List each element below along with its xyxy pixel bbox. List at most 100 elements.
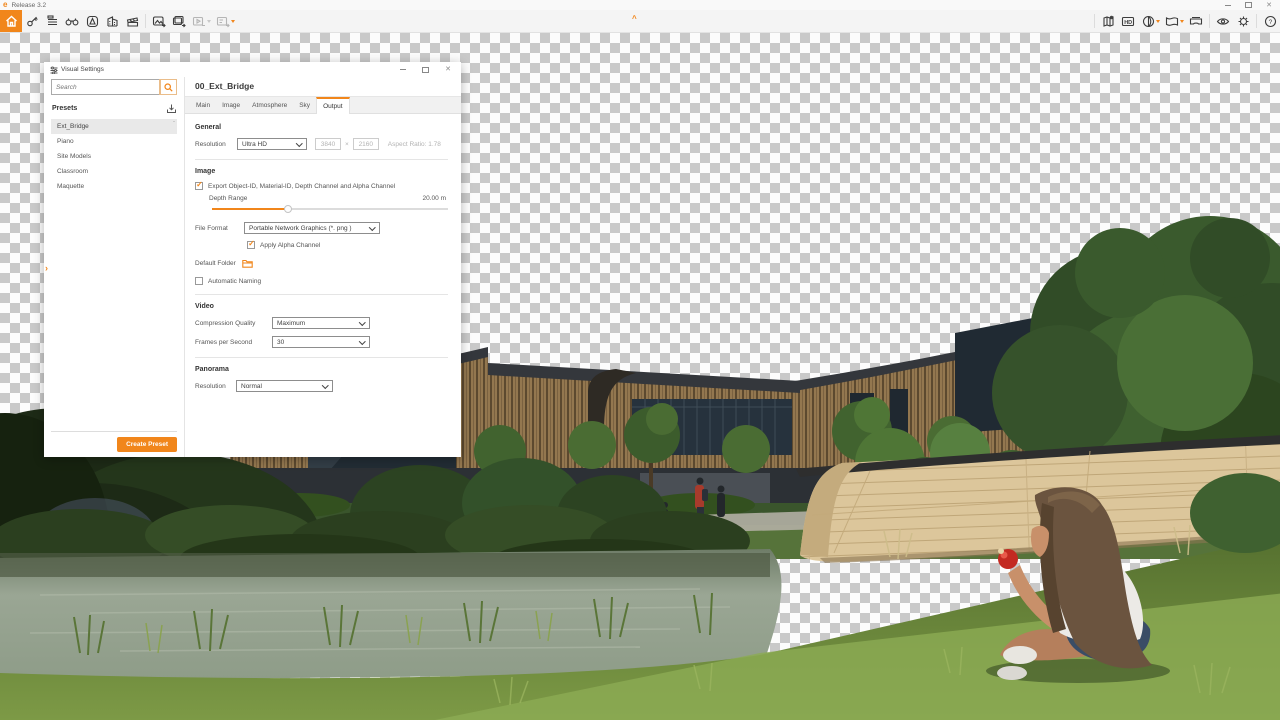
panorama-resolution-label: Resolution bbox=[195, 383, 236, 390]
enscape-logo-icon: e bbox=[3, 1, 7, 9]
chevron-down-icon bbox=[322, 382, 328, 388]
mini-map-icon[interactable] bbox=[1098, 10, 1118, 32]
times-label: × bbox=[345, 141, 349, 148]
search-button[interactable] bbox=[160, 80, 176, 94]
bim-mode-icon[interactable] bbox=[42, 10, 62, 32]
automatic-naming-label: Automatic Naming bbox=[208, 278, 261, 285]
preset-name-title: 00_Ext_Bridge bbox=[185, 77, 461, 97]
tab-output[interactable]: Output bbox=[316, 97, 350, 114]
vr-headset-icon[interactable] bbox=[1186, 10, 1206, 32]
dialog-maximize-icon[interactable] bbox=[422, 67, 429, 73]
pond-with-reeds bbox=[0, 549, 781, 681]
chevron-down-icon bbox=[369, 224, 375, 230]
dialog-titlebar[interactable]: Visual Settings ✕ bbox=[44, 62, 461, 77]
default-folder-label: Default Folder bbox=[195, 260, 236, 267]
search-icon bbox=[164, 83, 173, 92]
dialog-minimize-icon[interactable] bbox=[400, 69, 406, 70]
compression-quality-select[interactable]: Maximum bbox=[272, 317, 370, 329]
toolbar-collapse-chevron-icon[interactable]: ^ bbox=[632, 14, 637, 23]
preset-item[interactable]: Site Models bbox=[51, 149, 177, 164]
folder-icon[interactable] bbox=[242, 259, 253, 268]
video-header: Video bbox=[195, 303, 448, 310]
home-icon[interactable] bbox=[0, 10, 22, 32]
slider-handle[interactable] bbox=[284, 205, 292, 213]
chevron-down-icon bbox=[296, 140, 302, 146]
tab-sky[interactable]: Sky bbox=[293, 97, 316, 113]
file-format-label: File Format bbox=[195, 225, 244, 232]
output-tab-content: General Resolution Ultra HD 3840 × 2160 … bbox=[185, 114, 461, 457]
window-title: Release 3.2 bbox=[11, 2, 46, 9]
resolution-select[interactable]: Ultra HD bbox=[237, 138, 307, 150]
video-editor-icon[interactable] bbox=[122, 10, 142, 32]
settings-panel: 00_Ext_Bridge Main Image Atmosphere Sky … bbox=[185, 77, 461, 457]
projection-icon[interactable] bbox=[1138, 10, 1158, 32]
preset-item[interactable]: Maquette bbox=[51, 179, 177, 194]
maximize-icon[interactable] bbox=[1245, 2, 1252, 8]
main-toolbar: HD ? bbox=[0, 10, 1280, 33]
batch-rendering-icon[interactable] bbox=[169, 10, 189, 32]
close-icon[interactable]: ✕ bbox=[1266, 2, 1272, 9]
enscape-window: e Release 3.2 ✕ bbox=[0, 0, 1280, 720]
apply-alpha-checkbox[interactable]: ✓ bbox=[247, 241, 255, 249]
panorama-icon[interactable] bbox=[1162, 10, 1182, 32]
visual-settings-icon bbox=[50, 66, 58, 74]
preset-list: Ext_Bridge Piano Site Models Classroom M… bbox=[51, 119, 177, 194]
svg-text:?: ? bbox=[1268, 18, 1272, 25]
presets-header: Presets bbox=[52, 105, 77, 112]
compression-quality-label: Compression Quality bbox=[195, 320, 272, 327]
eye-preview-icon[interactable] bbox=[1213, 10, 1233, 32]
automatic-naming-checkbox[interactable] bbox=[195, 277, 203, 285]
view-management-icon[interactable] bbox=[82, 10, 102, 32]
depth-range-value: 20.00 m bbox=[423, 195, 449, 202]
standalone-export-caret-icon[interactable] bbox=[231, 20, 235, 23]
search-input[interactable] bbox=[52, 80, 160, 94]
standalone-export-icon[interactable] bbox=[213, 10, 233, 32]
depth-range-label: Depth Range bbox=[209, 195, 247, 202]
screenshot-export-icon[interactable] bbox=[149, 10, 169, 32]
import-preset-icon[interactable] bbox=[167, 104, 176, 113]
minimize-icon[interactable] bbox=[1225, 5, 1231, 6]
tab-atmosphere[interactable]: Atmosphere bbox=[246, 97, 293, 113]
height-field: 2160 bbox=[353, 138, 379, 150]
fps-select[interactable]: 30 bbox=[272, 336, 370, 348]
binoculars-icon[interactable] bbox=[62, 10, 82, 32]
chevron-down-icon bbox=[359, 338, 365, 344]
image-header: Image bbox=[195, 168, 448, 175]
list-scroll-up-icon[interactable]: ˆ bbox=[173, 122, 175, 128]
export-channels-checkbox[interactable]: ✓ bbox=[195, 182, 203, 190]
aspect-ratio-label: Aspect Ratio: 1.78 bbox=[388, 141, 441, 148]
panorama-caret-icon[interactable] bbox=[1180, 20, 1184, 23]
tab-main[interactable]: Main bbox=[190, 97, 216, 113]
building-icon[interactable] bbox=[102, 10, 122, 32]
presets-panel: Presets Ext_Bridge Piano Site Models Cla… bbox=[44, 77, 185, 457]
file-format-select[interactable]: Portable Network Graphics (*. png ) bbox=[244, 222, 380, 234]
general-header: General bbox=[195, 124, 448, 131]
preset-item[interactable]: Classroom bbox=[51, 164, 177, 179]
apply-alpha-label: Apply Alpha Channel bbox=[260, 242, 320, 249]
key-binding-icon[interactable] bbox=[22, 10, 42, 32]
panorama-resolution-select[interactable]: Normal bbox=[236, 380, 333, 392]
preset-item[interactable]: Piano bbox=[51, 134, 177, 149]
tab-image[interactable]: Image bbox=[216, 97, 246, 113]
window-titlebar: e Release 3.2 ✕ bbox=[0, 0, 1280, 10]
preset-item[interactable]: Ext_Bridge bbox=[51, 119, 177, 134]
create-preset-button[interactable]: Create Preset bbox=[117, 437, 177, 452]
help-icon[interactable]: ? bbox=[1260, 10, 1280, 32]
projection-caret-icon[interactable] bbox=[1156, 20, 1160, 23]
resolution-label: Resolution bbox=[195, 141, 237, 148]
visual-settings-dialog: › Visual Settings ✕ Presets bbox=[44, 62, 461, 457]
width-field: 3840 bbox=[315, 138, 341, 150]
fps-label: Frames per Second bbox=[195, 339, 272, 346]
video-export-icon[interactable] bbox=[189, 10, 209, 32]
settings-tabs: Main Image Atmosphere Sky Output bbox=[185, 97, 461, 114]
video-export-caret-icon[interactable] bbox=[207, 20, 211, 23]
panorama-header: Panorama bbox=[195, 366, 448, 373]
svg-text:HD: HD bbox=[1124, 20, 1132, 26]
export-channels-label: Export Object-ID, Material-ID, Depth Cha… bbox=[208, 183, 395, 190]
dialog-close-icon[interactable]: ✕ bbox=[445, 66, 451, 73]
settings-gear-icon[interactable] bbox=[1233, 10, 1253, 32]
chevron-down-icon bbox=[359, 319, 365, 325]
depth-range-slider[interactable] bbox=[212, 208, 448, 210]
panel-collapse-chevron-icon[interactable]: › bbox=[45, 263, 48, 273]
quality-hd-icon[interactable]: HD bbox=[1118, 10, 1138, 32]
